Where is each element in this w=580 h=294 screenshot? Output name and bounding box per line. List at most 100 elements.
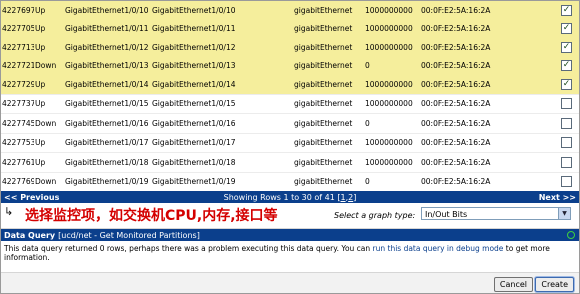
row-id: 4227753: [1, 132, 34, 153]
row-id: 4227737: [1, 93, 34, 114]
row-type: gigabitEthernet: [293, 19, 364, 38]
row-checkbox[interactable]: [561, 156, 572, 168]
row-name: GigabitEthernet1/0/14: [64, 75, 151, 94]
row-type: gigabitEthernet: [293, 113, 364, 133]
row-description: GigabitEthernet1/0/10: [151, 1, 293, 20]
row-speed: 1000000000: [364, 1, 420, 20]
row-id: 4227729: [1, 75, 34, 94]
row-checkbox[interactable]: ✓: [561, 60, 572, 72]
row-id: 4227705: [1, 19, 34, 38]
row-status: Down: [34, 171, 64, 191]
table-row[interactable]: 4227705 Up GigabitEthernet1/0/11 GigabitEth…: [1, 19, 579, 38]
row-id: 4227697: [1, 1, 34, 20]
row-id: 4227761: [1, 152, 34, 172]
previous-link[interactable]: << Previous: [4, 193, 59, 202]
row-checkbox-cell: [560, 152, 579, 172]
row-speed: 0: [364, 171, 420, 191]
row-name: GigabitEthernet1/0/12: [64, 38, 151, 57]
row-name: GigabitEthernet1/0/16: [64, 113, 151, 133]
row-description: GigabitEthernet1/0/19: [151, 171, 293, 191]
cancel-button[interactable]: Cancel: [493, 277, 533, 292]
table-row[interactable]: 4227753 Up GigabitEthernet1/0/17 GigabitEth…: [1, 132, 579, 153]
row-speed: 0: [364, 113, 420, 133]
row-description: GigabitEthernet1/0/17: [151, 132, 293, 153]
graph-type-select[interactable]: In/Out Bits ▼: [421, 207, 571, 220]
row-name: GigabitEthernet1/0/15: [64, 93, 151, 114]
row-checkbox[interactable]: [561, 117, 572, 129]
row-checkbox-cell: [560, 171, 579, 191]
row-speed: 1000000000: [364, 132, 420, 153]
row-checkbox-cell: [560, 93, 579, 114]
row-name: GigabitEthernet1/0/17: [64, 132, 151, 153]
row-type: gigabitEthernet: [293, 1, 364, 20]
row-checkbox[interactable]: [561, 137, 572, 149]
row-mac: 00:0F:E2:5A:16:2A: [420, 19, 560, 38]
row-checkbox-cell: [560, 113, 579, 133]
table-row[interactable]: 4227761 Up GigabitEthernet1/0/18 GigabitEth…: [1, 152, 579, 172]
row-speed: 1000000000: [364, 93, 420, 114]
row-name: GigabitEthernet1/0/18: [64, 152, 151, 172]
row-name: GigabitEthernet1/0/10: [64, 1, 151, 20]
row-checkbox-cell: ✓: [560, 38, 579, 57]
row-speed: 1000000000: [364, 38, 420, 57]
row-mac: 00:0F:E2:5A:16:2A: [420, 132, 560, 153]
row-description: GigabitEthernet1/0/15: [151, 93, 293, 114]
row-speed: 1000000000: [364, 75, 420, 94]
debug-mode-link[interactable]: run this data query in debug mode: [373, 244, 504, 253]
table-row[interactable]: 4227713 Up GigabitEthernet1/0/12 GigabitEth…: [1, 38, 579, 57]
row-id: 4227769: [1, 171, 34, 191]
row-id: 4227745: [1, 113, 34, 133]
row-name: GigabitEthernet1/0/19: [64, 171, 151, 191]
row-name: GigabitEthernet1/0/13: [64, 56, 151, 75]
table-row[interactable]: 4227729 Up GigabitEthernet1/0/14 GigabitEth…: [1, 75, 579, 94]
row-status: Up: [34, 93, 64, 114]
row-status: Up: [34, 19, 64, 38]
row-mac: 00:0F:E2:5A:16:2A: [420, 152, 560, 172]
row-checkbox-cell: ✓: [560, 56, 579, 75]
row-checkbox-cell: ✓: [560, 1, 579, 20]
table-row[interactable]: 4227721 Down GigabitEthernet1/0/13 GigabitE…: [1, 56, 579, 75]
table-row[interactable]: 4227737 Up GigabitEthernet1/0/15 GigabitEth…: [1, 93, 579, 114]
table-row[interactable]: 4227697 Up GigabitEthernet1/0/10 GigabitEth…: [1, 1, 579, 20]
row-description: GigabitEthernet1/0/14: [151, 75, 293, 94]
row-checkbox[interactable]: ✓: [561, 23, 572, 35]
graph-type-row: ↳ 选择监控项，如交换机CPU,内存,接口等 Select a graph ty…: [1, 203, 579, 229]
row-description: GigabitEthernet1/0/13: [151, 56, 293, 75]
row-status: Up: [34, 1, 64, 20]
row-mac: 00:0F:E2:5A:16:2A: [420, 38, 560, 57]
row-checkbox[interactable]: [561, 98, 572, 110]
row-status: Up: [34, 132, 64, 153]
row-checkbox-cell: ✓: [560, 75, 579, 94]
graph-creation-panel: 4227697 Up GigabitEthernet1/0/10 GigabitEth…: [0, 0, 580, 294]
row-id: 4227721: [1, 56, 34, 75]
button-bar: Cancel Create: [1, 272, 579, 293]
row-description: GigabitEthernet1/0/11: [151, 19, 293, 38]
table-row[interactable]: 4227769 Down GigabitEthernet1/0/19 GigabitE…: [1, 171, 579, 191]
row-checkbox[interactable]: ✓: [561, 4, 572, 16]
status-circle-icon: [567, 231, 575, 239]
row-speed: 1000000000: [364, 152, 420, 172]
row-checkbox[interactable]: [561, 176, 572, 188]
annotation-text: 选择监控项，如交换机CPU,内存,接口等: [25, 208, 278, 224]
row-description: GigabitEthernet1/0/12: [151, 38, 293, 57]
row-type: gigabitEthernet: [293, 75, 364, 94]
next-link[interactable]: Next >>: [539, 193, 576, 202]
graph-type-selected-value: In/Out Bits: [425, 210, 468, 219]
row-status: Up: [34, 38, 64, 57]
row-description: GigabitEthernet1/0/18: [151, 152, 293, 172]
row-description: GigabitEthernet1/0/16: [151, 113, 293, 133]
row-mac: 00:0F:E2:5A:16:2A: [420, 93, 560, 114]
row-type: gigabitEthernet: [293, 38, 364, 57]
row-mac: 00:0F:E2:5A:16:2A: [420, 75, 560, 94]
row-checkbox[interactable]: ✓: [561, 78, 572, 90]
chevron-down-icon[interactable]: ▼: [558, 208, 570, 219]
row-type: gigabitEthernet: [293, 132, 364, 153]
create-button[interactable]: Create: [535, 277, 574, 292]
row-mac: 00:0F:E2:5A:16:2A: [420, 171, 560, 191]
row-name: GigabitEthernet1/0/11: [64, 19, 151, 38]
row-speed: 0: [364, 56, 420, 75]
table-row[interactable]: 4227745 Down GigabitEthernet1/0/16 GigabitE…: [1, 113, 579, 133]
showing-rows-text: Showing Rows 1 to 30 of 41 [1,2]: [223, 192, 357, 202]
row-checkbox[interactable]: ✓: [561, 41, 572, 53]
graph-type-label: Select a graph type:: [334, 211, 416, 220]
